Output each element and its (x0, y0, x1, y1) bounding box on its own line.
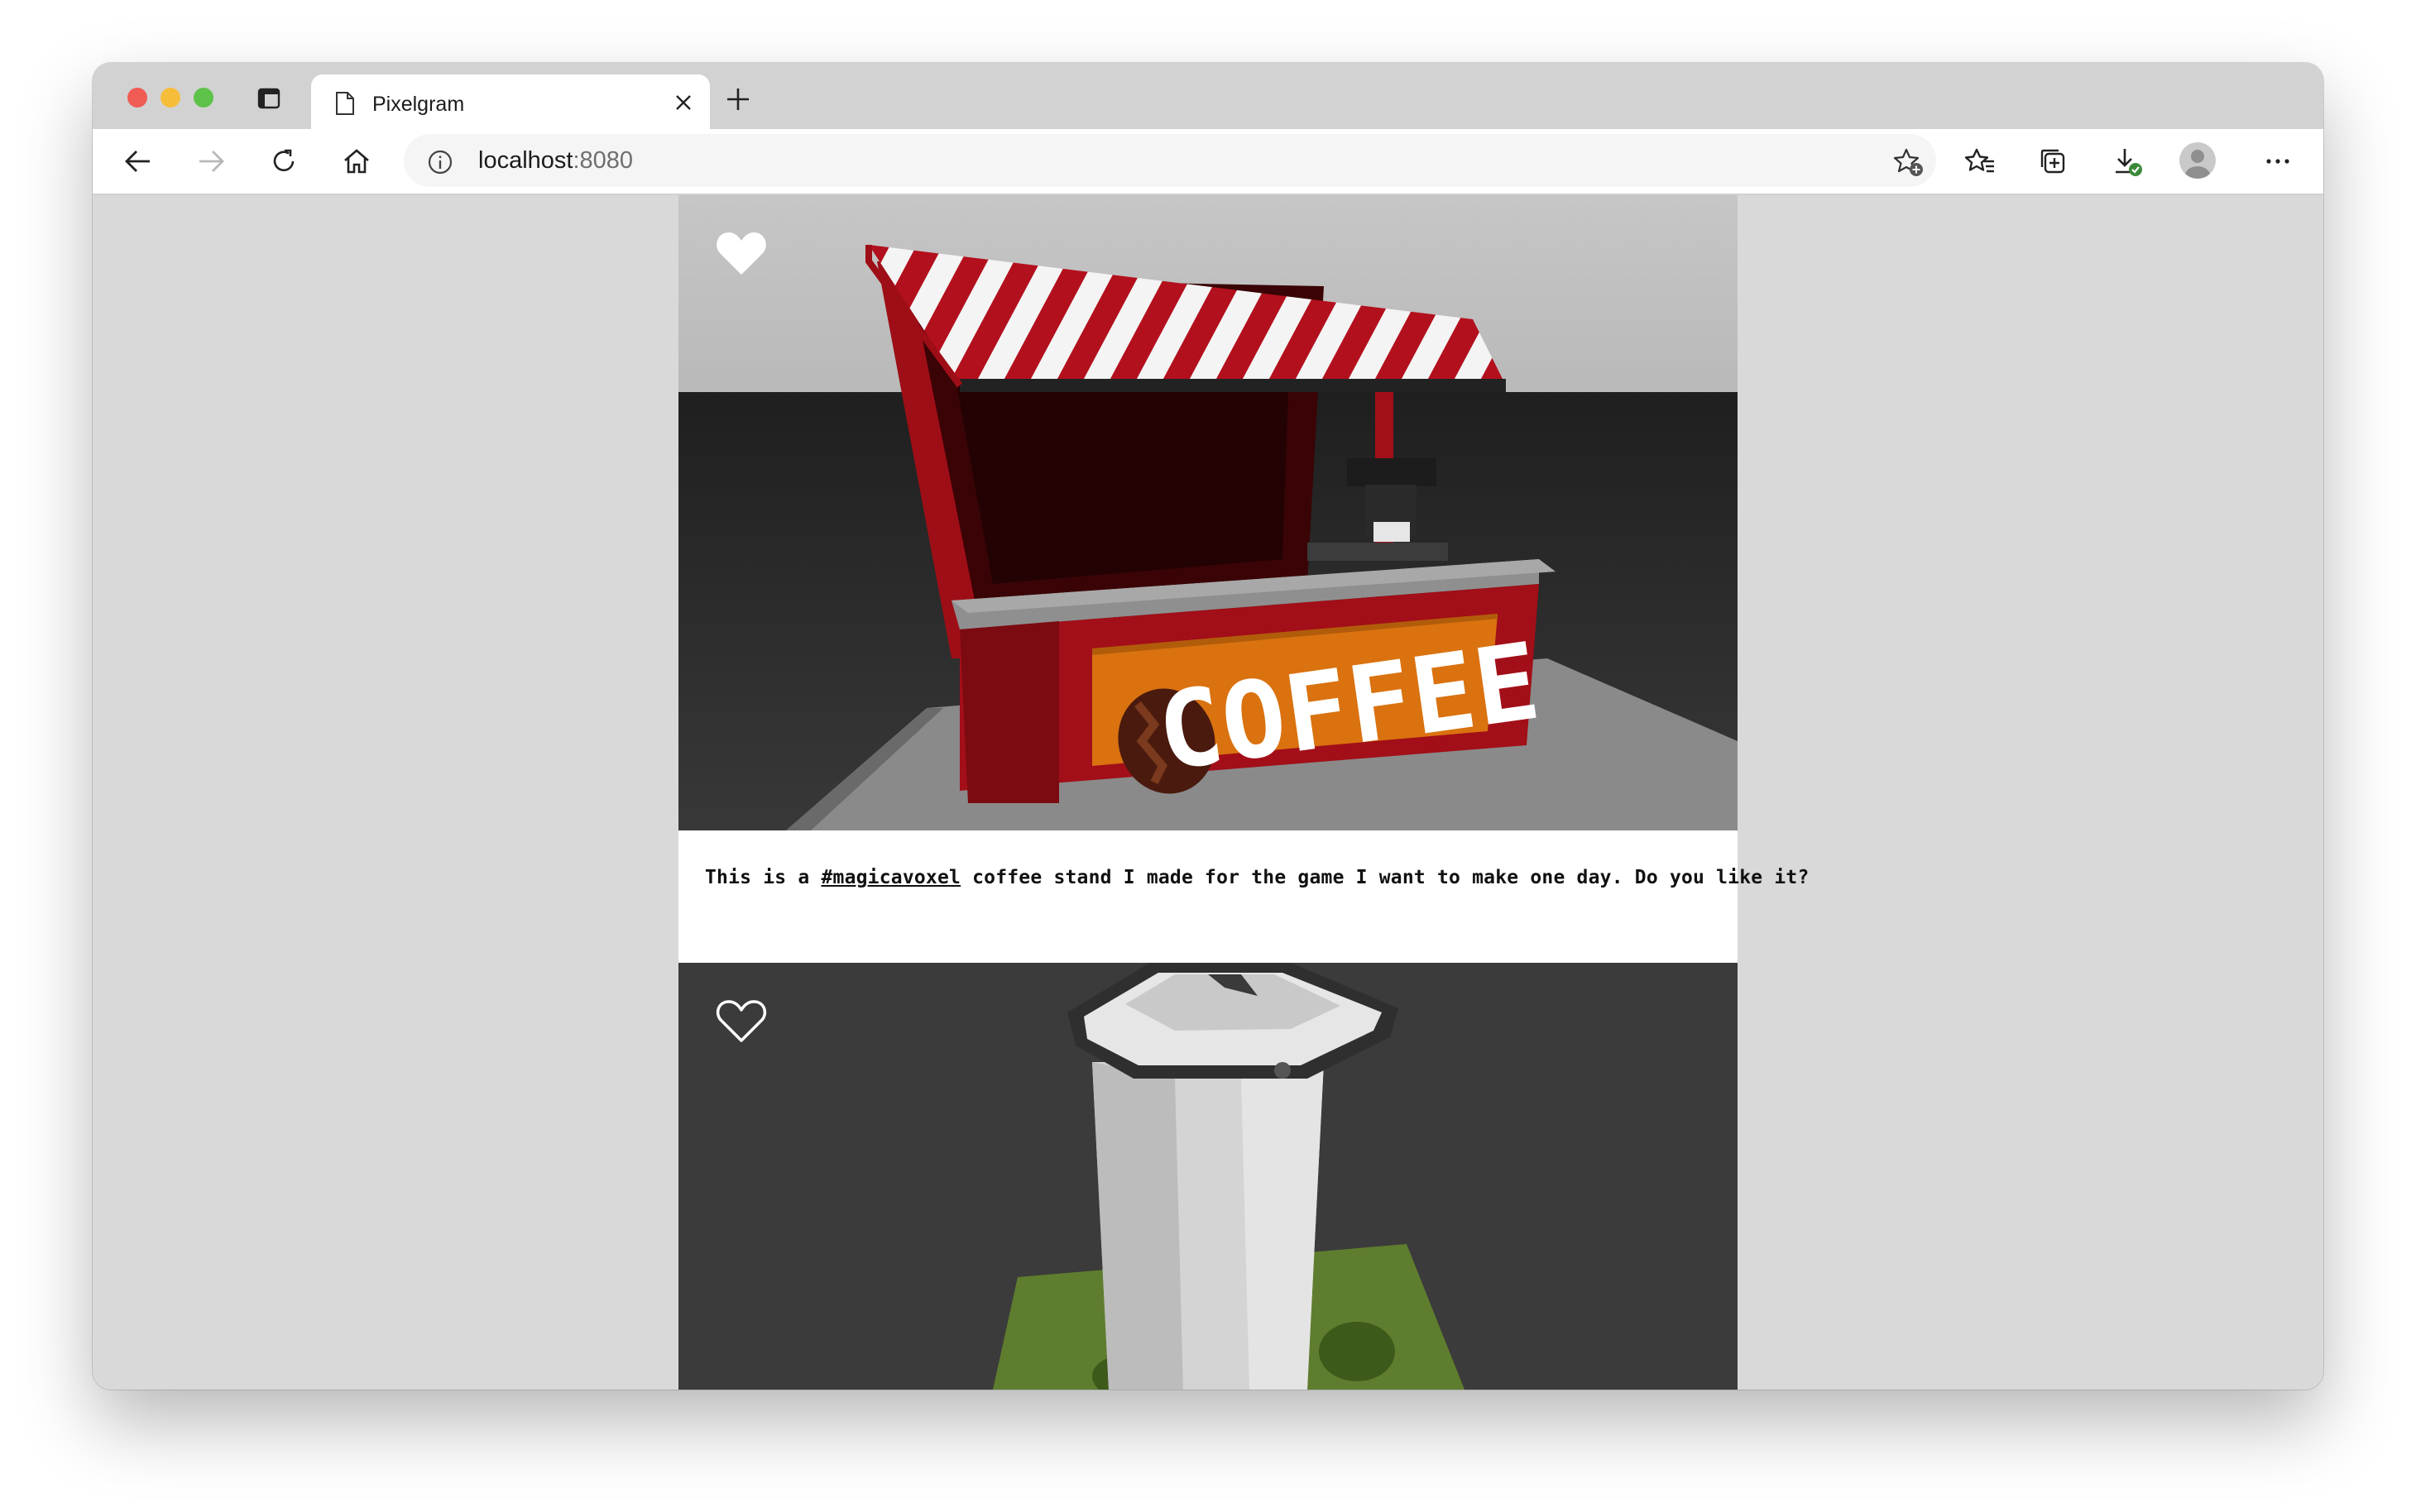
like-heart-icon-outline[interactable] (715, 996, 768, 1045)
post-image-coffee-stand[interactable]: COFFEE (678, 195, 1738, 830)
more-icon[interactable] (2262, 146, 2294, 177)
home-icon[interactable] (341, 146, 372, 177)
tab-pixelgram[interactable]: Pixelgram (311, 74, 710, 131)
pixelgram-feed: COFFEE This is a #magicavoxel coffee sta… (678, 195, 1809, 1390)
post-caption: This is a #magicavoxel coffee stand I ma… (678, 830, 1809, 963)
white-tower-illustration (678, 963, 1738, 1390)
coffee-stand-illustration: COFFEE (678, 195, 1738, 830)
downloads-icon[interactable] (2112, 146, 2143, 177)
browser-window: Pixelgram localhost:8080 COFFEE This is … (93, 63, 2323, 1390)
favorites-icon[interactable] (1964, 146, 1996, 177)
page-content: COFFEE This is a #magicavoxel coffee sta… (93, 195, 2323, 1390)
refresh-icon[interactable] (268, 146, 300, 177)
caption-prefix: This is a (705, 867, 822, 888)
back-icon[interactable] (122, 146, 154, 177)
profile-icon[interactable] (2179, 142, 2216, 179)
tab-actions-icon[interactable] (256, 86, 281, 111)
person-icon (2185, 150, 2210, 179)
info-icon[interactable] (427, 149, 453, 175)
address-bar[interactable]: localhost:8080 (404, 134, 1936, 187)
close-window-button[interactable] (127, 88, 147, 108)
minimize-window-button[interactable] (161, 88, 180, 108)
hashtag-link[interactable]: #magicavoxel (821, 867, 961, 888)
tab-title: Pixelgram (372, 93, 465, 116)
collections-icon[interactable] (2037, 146, 2068, 177)
add-favorite-icon[interactable] (1891, 146, 1925, 179)
post-image-white-tower[interactable] (678, 963, 1738, 1390)
close-tab-icon[interactable] (674, 93, 693, 112)
maximize-window-button[interactable] (194, 88, 213, 108)
navigation-toolbar: localhost:8080 (93, 129, 2323, 195)
like-heart-icon-filled[interactable] (715, 228, 768, 278)
tab-bar: Pixelgram (93, 63, 2323, 131)
forward-icon[interactable] (195, 146, 227, 177)
url-port: :8080 (573, 147, 634, 174)
url-host: localhost (478, 147, 573, 174)
caption-suffix: coffee stand I made for the game I want … (961, 867, 1810, 888)
url-text[interactable]: localhost:8080 (478, 147, 633, 175)
new-tab-icon[interactable] (725, 86, 751, 112)
page-icon (336, 92, 354, 115)
